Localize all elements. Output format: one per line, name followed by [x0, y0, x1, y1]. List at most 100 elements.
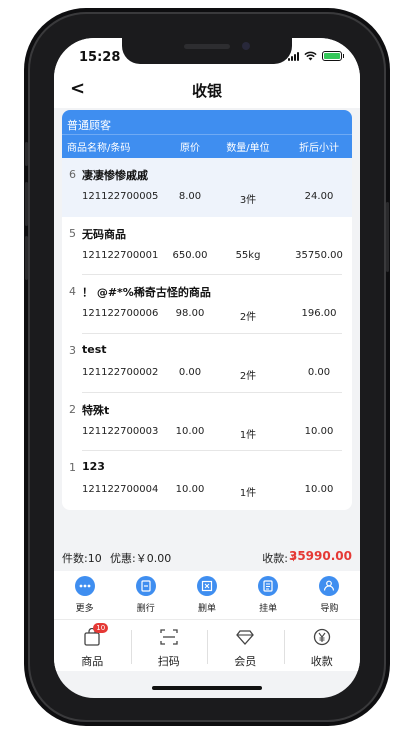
- hold-order-icon: [258, 576, 279, 596]
- column-headers: 商品名称/条码 原价 数量/单位 折后小计: [62, 134, 352, 158]
- item-barcode: 121122700001: [82, 249, 159, 261]
- customer-name[interactable]: 普通顾客: [62, 110, 352, 134]
- cart-item[interactable]: 4 ！ @#*%稀奇古怪的商品 121122700006 98.00 2件 19…: [62, 275, 352, 335]
- hold-order-button[interactable]: 挂单: [243, 571, 293, 619]
- nav-bar: < 收银: [54, 70, 360, 108]
- item-qty: 2件: [239, 371, 257, 383]
- cart-item[interactable]: 2 特殊t 121122700003 10.00 1件 10.00: [62, 393, 352, 452]
- tab-scan-label: 扫码: [157, 655, 180, 668]
- item-name: 凄凄惨惨戚戚: [82, 169, 148, 182]
- item-name: ！ @#*%稀奇古怪的商品: [82, 286, 211, 300]
- item-barcode: 121122700005: [82, 191, 159, 202]
- status-time: 15:28: [79, 50, 121, 65]
- col-subtotal: 折后小计: [299, 143, 339, 154]
- tab-member[interactable]: 会员: [207, 620, 284, 671]
- sales-guide-icon: [319, 576, 340, 596]
- cart-item[interactable]: 6 凄凄惨惨戚戚 121122700005 8.00 3件 24.00: [62, 158, 352, 217]
- item-name: 123: [82, 460, 105, 474]
- item-index: 1: [69, 461, 76, 475]
- item-name: test: [82, 343, 107, 357]
- notch: [122, 38, 292, 64]
- more-label: 更多: [75, 604, 94, 614]
- status-icons: [288, 51, 344, 61]
- item-barcode: 121122700003: [82, 425, 159, 437]
- discount-amount: 优惠:￥0.00: [110, 552, 172, 565]
- item-qty: 3件: [239, 195, 257, 206]
- tab-checkout-label: 收款: [310, 655, 333, 668]
- col-name: 商品名称/条码: [67, 143, 131, 154]
- tab-checkout[interactable]: 收款: [283, 620, 361, 671]
- volume-down-button: [25, 236, 28, 280]
- cart-count-badge: 10: [93, 623, 109, 633]
- item-details: 121122700005 8.00 3件 24.00: [62, 191, 352, 206]
- item-subtotal: 196.00: [301, 308, 337, 320]
- yen-coin-icon: [312, 628, 332, 646]
- tab-member-label: 会员: [234, 655, 257, 668]
- delete-order-button[interactable]: 删单: [182, 571, 232, 619]
- item-qty: 55kg: [235, 249, 261, 261]
- tab-goods[interactable]: 10 商品: [54, 620, 131, 671]
- delete-row-button[interactable]: 删行: [121, 571, 171, 619]
- item-barcode: 121122700004: [82, 484, 159, 496]
- item-price: 10.00: [175, 484, 205, 496]
- item-index: 2: [69, 402, 76, 416]
- item-price: 10.00: [175, 425, 205, 437]
- diamond-icon: [235, 628, 255, 646]
- sales-guide-label: 导购: [320, 604, 339, 614]
- more-icon: [74, 576, 95, 596]
- item-details: 121122700004 10.00 1件 10.00: [62, 484, 352, 499]
- mute-switch: [25, 142, 28, 166]
- hold-order-label: 挂单: [259, 604, 278, 614]
- speaker-grille: [184, 44, 230, 49]
- item-details: 121122700001 650.00 55kg 35750.00: [62, 250, 352, 261]
- scan-icon: [159, 628, 179, 646]
- item-subtotal: 35750.00: [295, 249, 343, 261]
- item-qty: 1件: [239, 429, 257, 441]
- power-button: [386, 202, 389, 272]
- home-indicator[interactable]: [152, 686, 262, 690]
- item-details: 121122700002 0.00 2件 0.00: [62, 367, 352, 382]
- cart-item[interactable]: 1 123 121122700004 10.00 1件 10.00: [62, 451, 352, 510]
- item-index: 6: [69, 168, 76, 181]
- cart-item[interactable]: 3 test 121122700002 0.00 2件 0.00: [62, 334, 352, 393]
- more-button[interactable]: 更多: [60, 571, 110, 619]
- col-qty: 数量/单位: [226, 143, 270, 154]
- front-camera: [242, 42, 250, 50]
- col-price: 原价: [180, 143, 200, 154]
- item-qty: 2件: [239, 312, 257, 324]
- item-price: 0.00: [178, 367, 202, 379]
- item-price: 8.00: [178, 191, 202, 202]
- item-name: 无码商品: [82, 227, 126, 241]
- item-details: 121122700003 10.00 1件 10.00: [62, 426, 352, 441]
- item-price: 98.00: [175, 308, 205, 320]
- action-bar: 更多 删行 删单 挂单 导购: [54, 571, 360, 619]
- item-count: 件数:10: [62, 552, 102, 565]
- shopping-bag-icon: 10: [82, 623, 109, 646]
- delete-row-label: 删行: [136, 604, 155, 614]
- item-index: 4: [69, 285, 76, 299]
- item-details: 121122700006 98.00 2件 196.00: [62, 308, 352, 323]
- total-amount: 35990.00: [288, 549, 352, 563]
- item-name: 特殊t: [82, 403, 110, 417]
- item-barcode: 121122700006: [82, 308, 159, 320]
- delete-order-icon: [196, 576, 217, 596]
- screen: 15:28 < 收银 普通顾客 商品名称/条码 原价 数量/单位 折后小计 6 …: [54, 38, 360, 698]
- item-index: 3: [69, 344, 76, 358]
- item-index: 5: [69, 226, 76, 240]
- cart-item[interactable]: 5 无码商品 121122700001 650.00 55kg 35750.00: [62, 217, 352, 276]
- battery-icon: [322, 51, 344, 61]
- tab-scan[interactable]: 扫码: [130, 620, 208, 671]
- tab-goods-label: 商品: [81, 655, 104, 668]
- cart-header: 普通顾客 商品名称/条码 原价 数量/单位 折后小计: [62, 110, 352, 158]
- item-subtotal: 24.00: [304, 191, 334, 202]
- item-price: 650.00: [172, 249, 208, 261]
- volume-up-button: [25, 182, 28, 226]
- wifi-icon: [304, 51, 317, 61]
- item-qty: 1件: [239, 488, 257, 500]
- tab-bar: 10 商品 扫码 会员 收款: [54, 619, 360, 671]
- item-barcode: 121122700002: [82, 367, 159, 379]
- delete-order-label: 删单: [197, 604, 216, 614]
- page-title: 收银: [191, 82, 222, 100]
- sales-guide-button[interactable]: 导购: [304, 571, 354, 619]
- item-subtotal: 0.00: [307, 367, 331, 379]
